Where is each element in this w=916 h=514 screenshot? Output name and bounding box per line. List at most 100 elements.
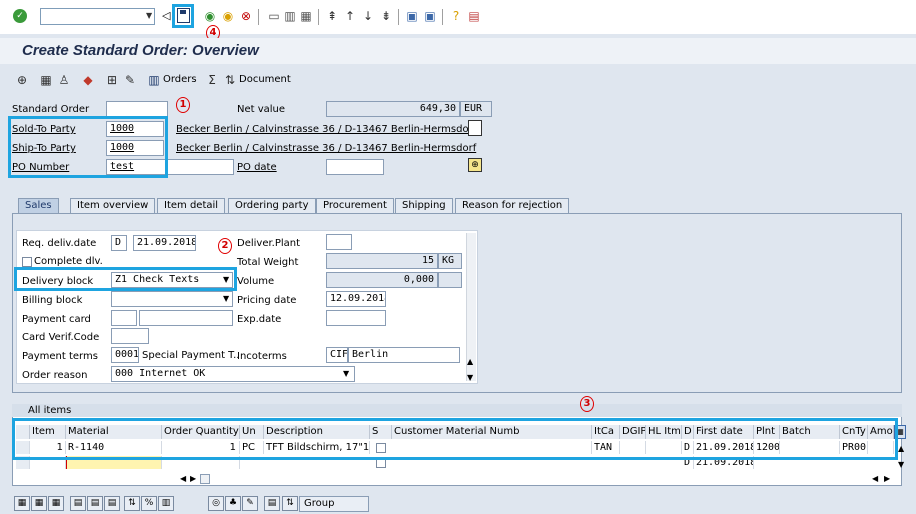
availability-icon[interactable]: ◎ bbox=[208, 496, 224, 511]
print-icon[interactable]: ▭ bbox=[266, 8, 282, 24]
card-verif-field[interactable] bbox=[111, 328, 149, 344]
back-arrow-icon[interactable]: ◁ bbox=[162, 9, 170, 22]
tab-reason-for-rejection[interactable]: Reason for rejection bbox=[455, 198, 570, 214]
scroll-right-icon[interactable]: ▶ bbox=[190, 474, 196, 483]
details-icon[interactable]: ▦ bbox=[14, 496, 30, 511]
scroll-down-icon[interactable]: ▼ bbox=[898, 460, 904, 469]
payment-card-type-field[interactable] bbox=[111, 310, 137, 326]
text-icon[interactable]: ▤ bbox=[264, 496, 280, 511]
tab-procurement[interactable]: Procurement bbox=[316, 198, 394, 214]
back-icon[interactable]: ◉ bbox=[202, 8, 218, 24]
find-icon[interactable]: ▥ bbox=[282, 8, 298, 24]
tab-ordering-party[interactable]: Ordering party bbox=[228, 198, 316, 214]
schedule-icon[interactable]: ▥ bbox=[158, 496, 174, 511]
items-section-header bbox=[12, 404, 902, 417]
card-verif-label: Card Verif.Code bbox=[22, 332, 100, 343]
create-session-icon[interactable]: ▣ bbox=[404, 8, 420, 24]
insert-row-icon[interactable]: ▤ bbox=[70, 496, 86, 511]
pricing-icon[interactable]: % bbox=[141, 496, 157, 511]
scroll-right-icon[interactable]: ▶ bbox=[884, 474, 890, 483]
complete-dlv-checkbox[interactable] bbox=[22, 257, 32, 267]
group-icon[interactable]: ⇅ bbox=[282, 496, 298, 511]
document-icon[interactable] bbox=[468, 120, 482, 136]
group-button[interactable]: Group bbox=[299, 496, 369, 512]
next-page-icon[interactable]: ↓ bbox=[360, 8, 376, 24]
edit-icon[interactable]: ✎ bbox=[242, 496, 258, 511]
deliver-plant-field[interactable] bbox=[326, 234, 352, 250]
last-page-icon[interactable]: ⇟ bbox=[378, 8, 394, 24]
chevron-down-icon[interactable]: ▼ bbox=[223, 294, 229, 303]
fast-change-icon[interactable]: ♣ bbox=[225, 496, 241, 511]
find-next-icon[interactable]: ▦ bbox=[298, 8, 314, 24]
delete-row-icon[interactable]: ▤ bbox=[87, 496, 103, 511]
sold-to-text[interactable]: Becker Berlin / Calvinstrasse 36 / D-134… bbox=[176, 124, 476, 135]
document-button[interactable]: Document bbox=[239, 74, 291, 85]
po-date-field[interactable] bbox=[326, 159, 384, 175]
volume-field: 0,000 bbox=[326, 272, 438, 288]
chevron-down-icon[interactable]: ▼ bbox=[343, 369, 349, 378]
payment-terms-field[interactable]: 0001 bbox=[111, 347, 139, 363]
partner-icon[interactable]: ♙ bbox=[56, 72, 72, 88]
deselect-icon[interactable]: ▦ bbox=[48, 496, 64, 511]
enter-icon[interactable]: ✓ bbox=[13, 9, 27, 23]
additional-data-icon[interactable]: ⊕ bbox=[468, 158, 482, 172]
configure-icon[interactable]: ⇅ bbox=[124, 496, 140, 511]
first-page-icon[interactable]: ⇞ bbox=[324, 8, 340, 24]
items-highlight bbox=[12, 418, 898, 460]
payment-card-field[interactable] bbox=[139, 310, 233, 326]
command-field[interactable] bbox=[40, 8, 155, 25]
scroll-left-icon[interactable]: ◀ bbox=[180, 474, 186, 483]
shortcut-icon[interactable]: ▣ bbox=[422, 8, 438, 24]
po-date-label: PO date bbox=[237, 162, 277, 173]
exp-date-field[interactable] bbox=[326, 310, 386, 326]
tab-item-detail[interactable]: Item detail bbox=[157, 198, 226, 214]
scroll-up-icon[interactable]: ▲ bbox=[898, 444, 904, 453]
tab-item-overview[interactable]: Item overview bbox=[70, 198, 156, 214]
document-icon[interactable]: ⇅ bbox=[222, 72, 238, 88]
req-deliv-date-field[interactable]: 21.09.2018 bbox=[133, 235, 196, 251]
order-reason-select[interactable]: 000 Internet OK bbox=[111, 366, 355, 382]
page-title: Create Standard Order: Overview bbox=[22, 42, 259, 59]
item-icon[interactable]: ◆ bbox=[80, 72, 96, 88]
select-all-icon[interactable]: ▦ bbox=[31, 496, 47, 511]
payment-terms-label: Payment terms bbox=[22, 351, 98, 362]
incoterms-place-field[interactable]: Berlin bbox=[348, 347, 460, 363]
chevron-down-icon[interactable]: ▼ bbox=[146, 11, 152, 20]
horizontal-scrollbar[interactable] bbox=[200, 474, 210, 484]
display-doc-flow-icon[interactable]: ⊕ bbox=[14, 72, 30, 88]
cancel-icon[interactable]: ⊗ bbox=[238, 8, 254, 24]
standard-order-label: Standard Order bbox=[12, 104, 90, 115]
exp-date-label: Exp.date bbox=[237, 314, 282, 325]
req-deliv-type-field[interactable]: D bbox=[111, 235, 127, 251]
order-reason-label: Order reason bbox=[22, 370, 88, 381]
pricing-date-field[interactable]: 12.09.2018 bbox=[326, 291, 386, 307]
copy-icon[interactable]: ⊞ bbox=[104, 72, 120, 88]
delivery-block-highlight bbox=[14, 267, 237, 291]
help-icon[interactable]: ? bbox=[448, 8, 464, 24]
save-highlight bbox=[172, 4, 194, 28]
orders-button[interactable]: Orders bbox=[163, 74, 197, 85]
scroll-down-icon[interactable]: ▼ bbox=[467, 373, 473, 382]
header-icon[interactable]: ▦ bbox=[38, 72, 54, 88]
req-deliv-label: Req. deliv.date bbox=[22, 238, 97, 249]
sort-icon[interactable]: ▤ bbox=[104, 496, 120, 511]
currency-field: EUR bbox=[460, 101, 492, 117]
layout-icon[interactable]: ▤ bbox=[466, 8, 482, 24]
prev-page-icon[interactable]: ↑ bbox=[342, 8, 358, 24]
sum-icon[interactable]: Σ bbox=[204, 72, 220, 88]
net-value-label: Net value bbox=[237, 104, 286, 115]
scroll-up-icon[interactable]: ▲ bbox=[467, 357, 473, 366]
billing-block-select[interactable] bbox=[111, 291, 233, 307]
ship-to-text[interactable]: Becker Berlin / Calvinstrasse 36 / D-134… bbox=[176, 143, 476, 154]
incoterms-code-field[interactable]: CIF bbox=[326, 347, 348, 363]
standard-order-field[interactable] bbox=[106, 101, 168, 117]
deliver-plant-label: Deliver.Plant bbox=[237, 238, 301, 249]
tab-shipping[interactable]: Shipping bbox=[395, 198, 453, 214]
tab-sales[interactable]: Sales bbox=[18, 198, 59, 214]
scroll-left-icon[interactable]: ◀ bbox=[872, 474, 878, 483]
change-icon[interactable]: ✎ bbox=[122, 72, 138, 88]
exit-icon[interactable]: ◉ bbox=[220, 8, 236, 24]
orders-icon[interactable]: ▥ bbox=[146, 72, 162, 88]
complete-dlv-label: Complete dlv. bbox=[34, 256, 103, 267]
volume-unit-field bbox=[438, 272, 462, 288]
